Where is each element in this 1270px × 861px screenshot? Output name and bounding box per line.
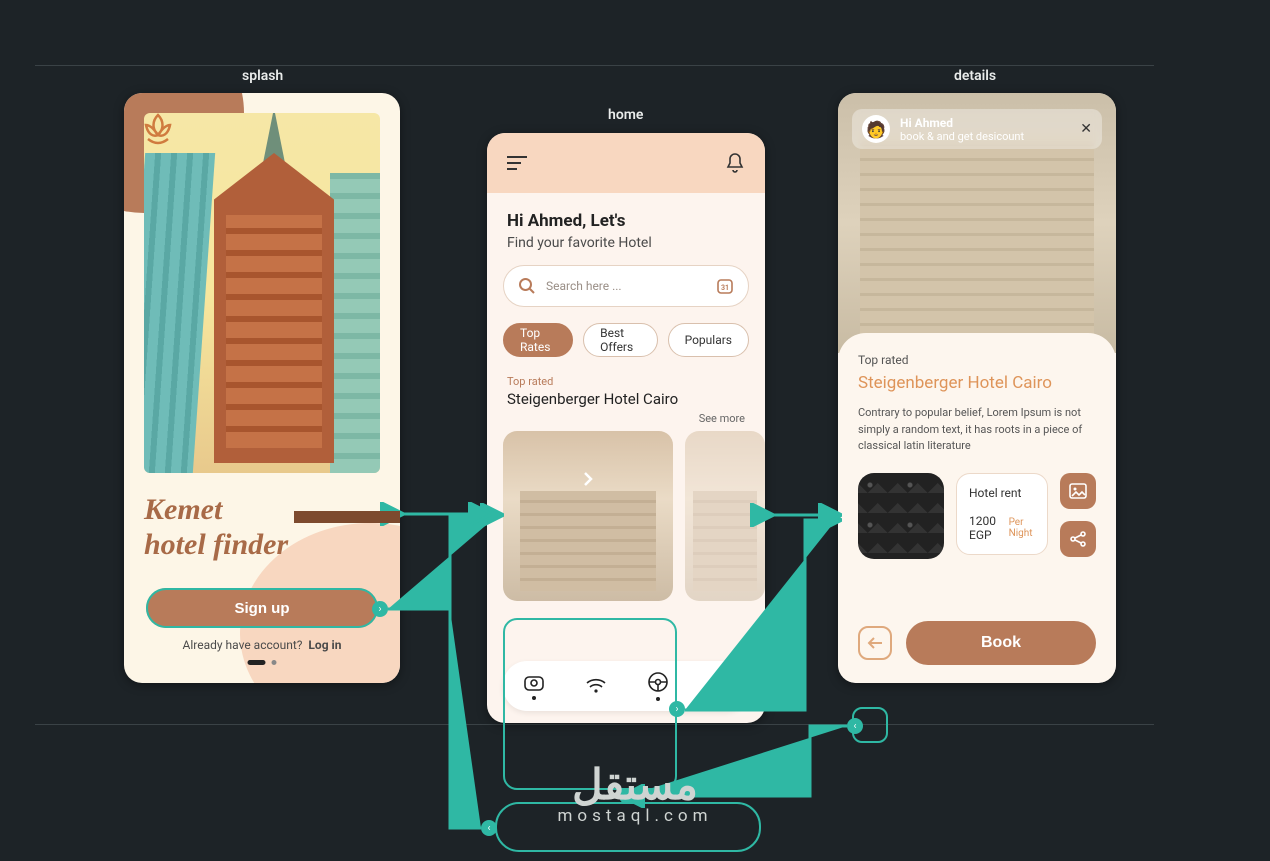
label-home: home <box>608 107 643 123</box>
search-placeholder: Search here ... <box>546 279 622 293</box>
share-icon <box>1069 530 1087 548</box>
home-topbar <box>487 133 765 193</box>
nav-camera[interactable] <box>523 672 545 700</box>
hotel-card[interactable] <box>685 431 765 601</box>
toast-greeting: Hi Ahmed <box>900 116 1024 130</box>
bottom-nav <box>503 661 749 711</box>
mostaql-logo: مستقل mostaql.com <box>558 760 713 826</box>
hotel-description: Contrary to popular belief, Lorem Ipsum … <box>858 405 1096 455</box>
price-per: Per Night <box>1009 517 1035 539</box>
filter-chips: Top Rates Best Offers Populars <box>487 307 765 367</box>
greeting-text: Hi Ahmed, Let's <box>487 193 765 235</box>
subtitle-text: Find your favorite Hotel <box>487 235 765 265</box>
arrow-left-icon <box>867 636 883 650</box>
chip-top-rates[interactable]: Top Rates <box>503 323 573 357</box>
section-label: Top rated <box>858 353 1096 367</box>
brand-underline <box>294 511 400 523</box>
screen-home: Hi Ahmed, Let's Find your favorite Hotel… <box>487 133 765 723</box>
chevron-right-icon <box>580 471 596 487</box>
search-input[interactable]: Search here ... 31 <box>503 265 749 307</box>
splash-illustration <box>144 113 380 473</box>
rent-box: Hotel rent 1200 EGP Per Night <box>956 473 1048 555</box>
nav-steering[interactable] <box>647 671 669 701</box>
book-button[interactable]: Book <box>906 621 1096 665</box>
chip-best-offers[interactable]: Best Offers <box>583 323 657 357</box>
price-value: 1200 EGP <box>969 514 1003 542</box>
signup-button[interactable]: Sign up <box>146 588 378 628</box>
search-icon <box>518 277 536 295</box>
nav-wifi[interactable] <box>585 677 607 695</box>
calendar-icon[interactable]: 31 <box>716 277 734 295</box>
nav-profile[interactable] <box>709 671 729 701</box>
hotel-card[interactable] <box>503 431 673 601</box>
svg-text:31: 31 <box>721 284 729 292</box>
hotel-name: Steigenberger Hotel Cairo <box>487 390 765 408</box>
share-button[interactable] <box>1060 521 1096 557</box>
image-icon <box>1069 483 1087 499</box>
label-splash: splash <box>242 68 283 84</box>
brand-title: Kemet hotel finder <box>144 493 288 562</box>
label-details: details <box>954 68 996 84</box>
page-indicator <box>248 660 277 665</box>
greeting-toast: 🧑 Hi Ahmed book & and get desicount ✕ <box>852 109 1102 149</box>
map-thumbnail[interactable] <box>858 473 944 559</box>
rent-label: Hotel rent <box>969 486 1035 500</box>
already-have-account: Already have account? Log in <box>124 638 400 652</box>
details-sheet: Top rated Steigenberger Hotel Cairo Cont… <box>838 333 1116 683</box>
login-link[interactable]: Log in <box>308 638 341 652</box>
steering-icon <box>647 671 669 693</box>
camera-icon <box>523 672 545 692</box>
divider-bottom <box>35 724 1154 725</box>
chip-populars[interactable]: Populars <box>668 323 749 357</box>
screen-splash: Kemet hotel finder Sign up Already have … <box>124 93 400 683</box>
close-icon[interactable]: ✕ <box>1080 121 1092 137</box>
lotus-logo-icon <box>138 107 178 147</box>
back-button[interactable] <box>858 626 892 660</box>
see-more-link[interactable]: See more <box>487 408 765 431</box>
section-label: Top rated <box>487 367 765 390</box>
gallery-button[interactable] <box>1060 473 1096 509</box>
menu-icon[interactable] <box>507 156 527 170</box>
divider-top <box>35 65 1154 66</box>
toast-sub: book & and get desicount <box>900 130 1024 143</box>
bell-icon[interactable] <box>725 152 745 174</box>
user-icon <box>709 671 729 693</box>
hotel-name: Steigenberger Hotel Cairo <box>858 373 1096 393</box>
avatar: 🧑 <box>862 115 890 143</box>
screen-details: 🧑 Hi Ahmed book & and get desicount ✕ To… <box>838 93 1116 683</box>
wifi-icon <box>585 677 607 695</box>
